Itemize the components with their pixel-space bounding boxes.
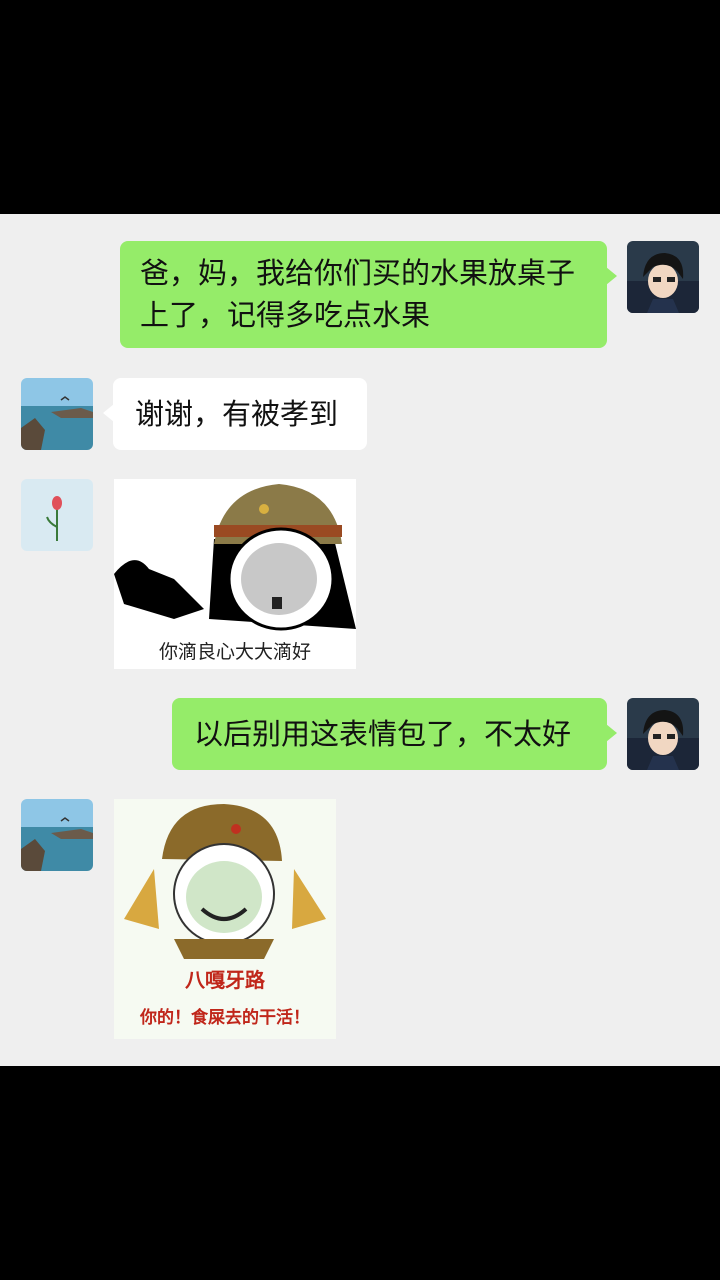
sticker-illustration <box>114 484 356 631</box>
self-avatar-icon[interactable] <box>627 698 699 770</box>
sent-message-bubble[interactable]: 以后别用这表情包了，不太好 <box>172 698 617 770</box>
mom-avatar-icon[interactable] <box>21 799 93 871</box>
chat-area[interactable]: 爸，妈，我给你们买的水果放桌子上了，记得多吃点水果 谢谢，有被孝到 你滴良心大大… <box>0 214 720 1066</box>
message-text: 谢谢，有被孝到 <box>135 397 339 431</box>
sticker-caption-line2: 你的！食屎去的干活！ <box>140 1008 310 1028</box>
self-avatar-icon[interactable] <box>627 241 699 313</box>
sticker-image[interactable]: 你滴良心大大滴好 <box>114 479 356 669</box>
sticker-caption-line1: 八嘎牙路 <box>185 968 265 992</box>
sticker-caption: 你滴良心大大滴好 <box>158 641 311 663</box>
dad-avatar-icon[interactable] <box>21 479 93 551</box>
sticker-illustration <box>124 804 326 959</box>
message-text: 爸，妈，我给你们买的水果放桌子上了，记得多吃点水果 <box>140 256 576 332</box>
received-message-bubble[interactable]: 谢谢，有被孝到 <box>103 378 367 450</box>
sent-message-bubble[interactable]: 爸，妈，我给你们买的水果放桌子上了，记得多吃点水果 <box>120 241 617 348</box>
sticker-image[interactable]: 八嘎牙路 你的！食屎去的干活！ <box>114 799 336 1039</box>
message-text: 以后别用这表情包了，不太好 <box>194 717 572 751</box>
mom-avatar-icon[interactable] <box>21 378 93 450</box>
